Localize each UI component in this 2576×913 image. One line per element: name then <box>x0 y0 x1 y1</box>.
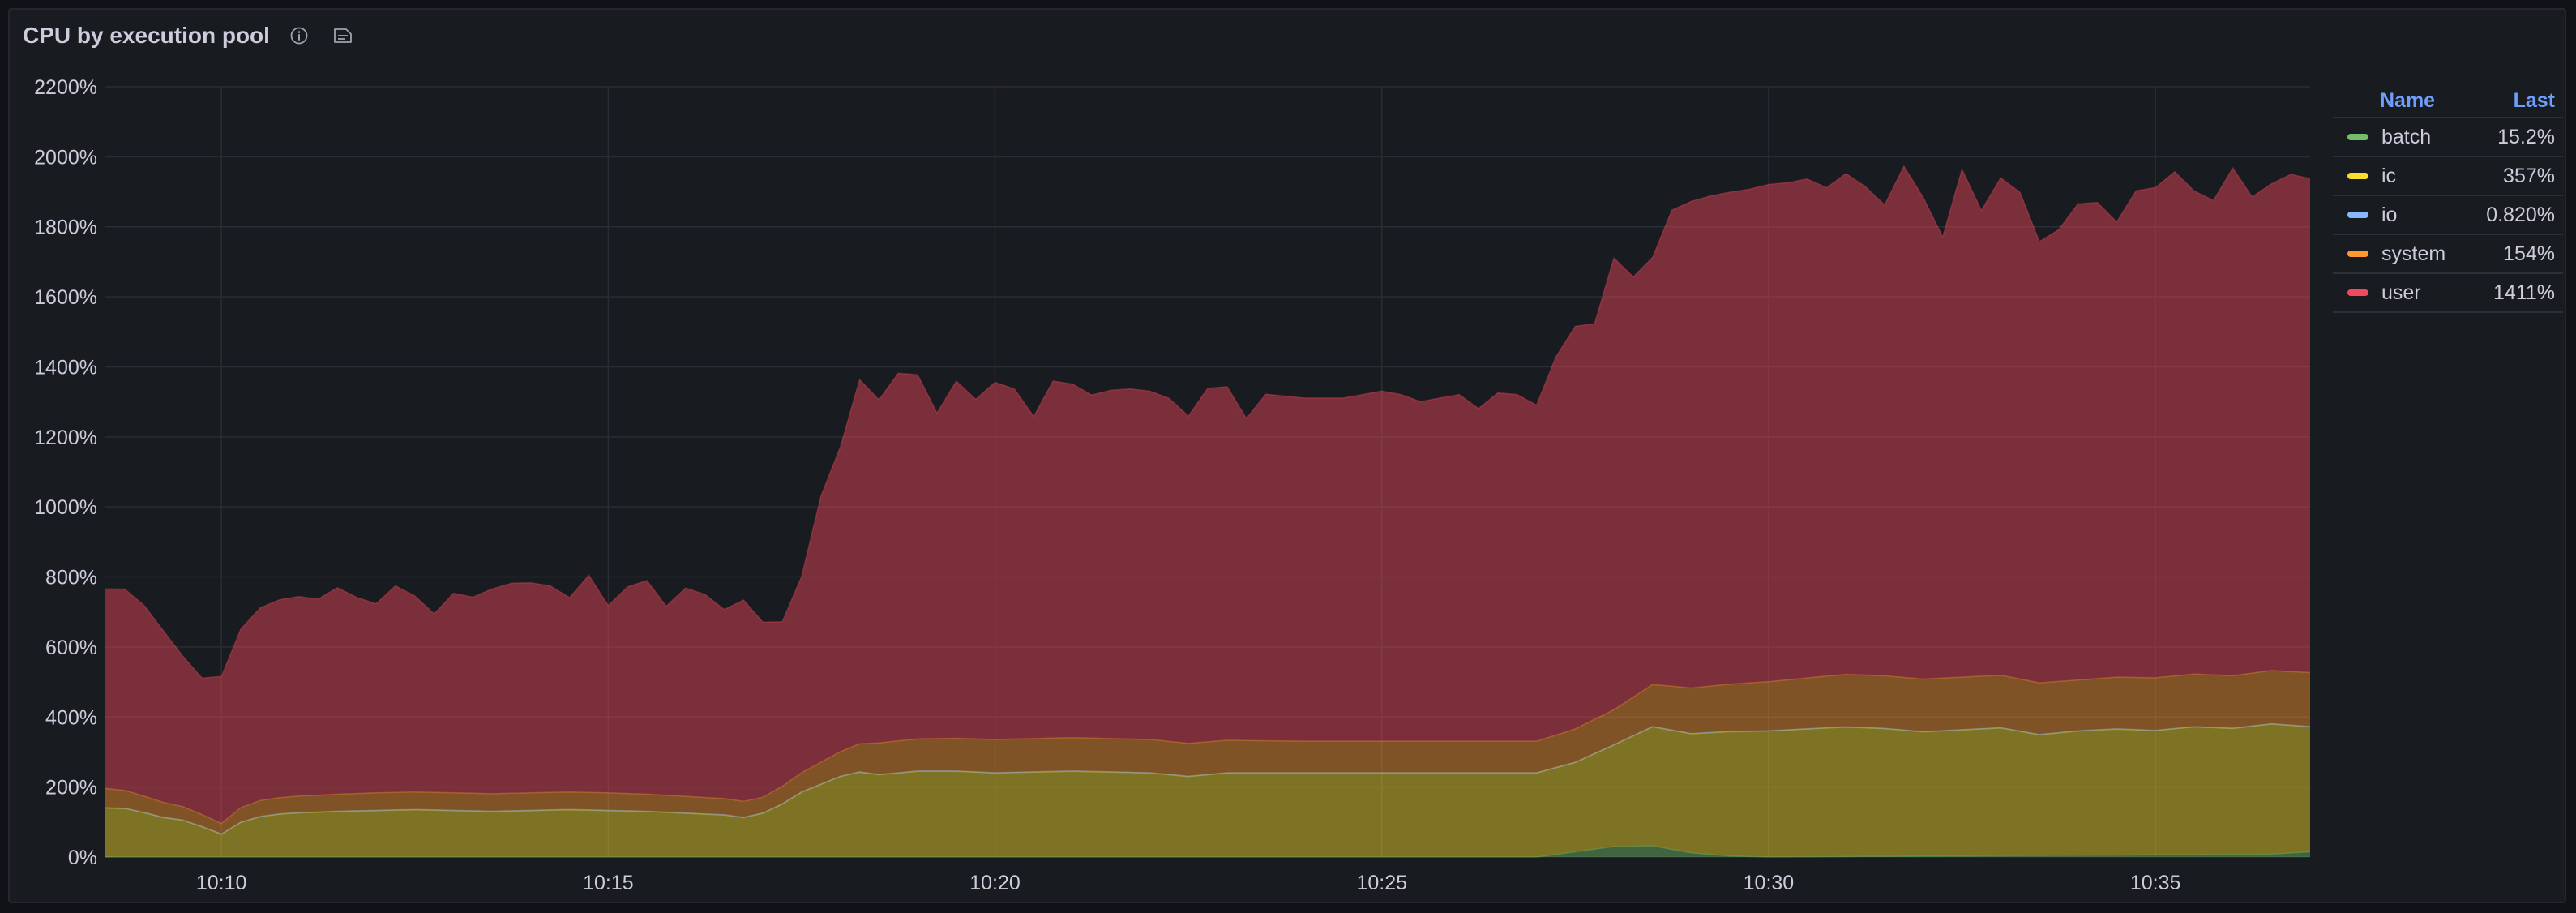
legend-item-io[interactable]: io 0.820% <box>2333 196 2563 235</box>
legend-item-last: 154% <box>2503 242 2555 265</box>
legend-header-last[interactable]: Last <box>2466 89 2563 113</box>
legend-item-batch[interactable]: batch 15.2% <box>2333 118 2563 157</box>
y-tick-label: 800% <box>45 567 97 589</box>
legend-item-last: 357% <box>2503 164 2555 187</box>
legend-item-name: io <box>2381 203 2398 226</box>
y-tick-label: 1200% <box>34 426 97 449</box>
legend-item-ic[interactable]: ic 357% <box>2333 157 2563 196</box>
x-tick-label: 10:30 <box>1744 872 1795 894</box>
legend-swatch <box>2347 173 2368 179</box>
y-tick-label: 1400% <box>34 356 97 379</box>
legend-item-last: 0.820% <box>2486 203 2555 226</box>
y-tick-label: 400% <box>45 706 97 729</box>
legend-swatch <box>2347 212 2368 218</box>
legend-item-name: batch <box>2381 125 2432 148</box>
legend-header: Name Last <box>2333 84 2563 118</box>
legend-item-name: system <box>2381 242 2446 265</box>
y-tick-label: 1600% <box>34 286 97 309</box>
legend-item-last: 15.2% <box>2497 125 2555 148</box>
x-tick-label: 10:10 <box>196 872 247 894</box>
chart-areas <box>105 166 2310 857</box>
legend-header-name[interactable]: Name <box>2333 89 2466 113</box>
x-tick-label: 10:20 <box>969 872 1021 894</box>
panel: CPU by execution pool 0% 200% 400% 600% 800%… <box>8 8 2566 903</box>
y-tick-label: 0% <box>68 847 97 869</box>
cpu-area-chart[interactable]: 0% 200% 400% 600% 800% 1000% 1200% 1400% 1600% 18… <box>10 10 2328 902</box>
y-tick-label: 1000% <box>34 496 97 519</box>
x-tick-label: 10:15 <box>583 872 634 894</box>
y-tick-label: 2000% <box>34 146 97 169</box>
legend: Name Last batch 15.2% ic 357% io 0.820% … <box>2333 84 2563 313</box>
legend-item-user[interactable]: user 1411% <box>2333 274 2563 313</box>
y-tick-label: 2200% <box>34 76 97 99</box>
y-tick-label: 200% <box>45 777 97 799</box>
legend-item-name: user <box>2381 281 2421 304</box>
x-tick-label: 10:25 <box>1356 872 1407 894</box>
legend-swatch <box>2347 289 2368 296</box>
legend-item-system[interactable]: system 154% <box>2333 235 2563 274</box>
x-axis: 10:10 10:15 10:20 10:25 10:30 10:35 <box>196 872 2181 894</box>
y-axis: 0% 200% 400% 600% 800% 1000% 1200% 1400% 1600% 18… <box>34 76 97 869</box>
legend-item-name: ic <box>2381 164 2397 187</box>
legend-swatch <box>2347 134 2368 140</box>
y-tick-label: 1800% <box>34 216 97 239</box>
legend-item-last: 1411% <box>2493 281 2555 304</box>
legend-swatch <box>2347 251 2368 257</box>
y-tick-label: 600% <box>45 637 97 659</box>
x-tick-label: 10:35 <box>2130 872 2181 894</box>
